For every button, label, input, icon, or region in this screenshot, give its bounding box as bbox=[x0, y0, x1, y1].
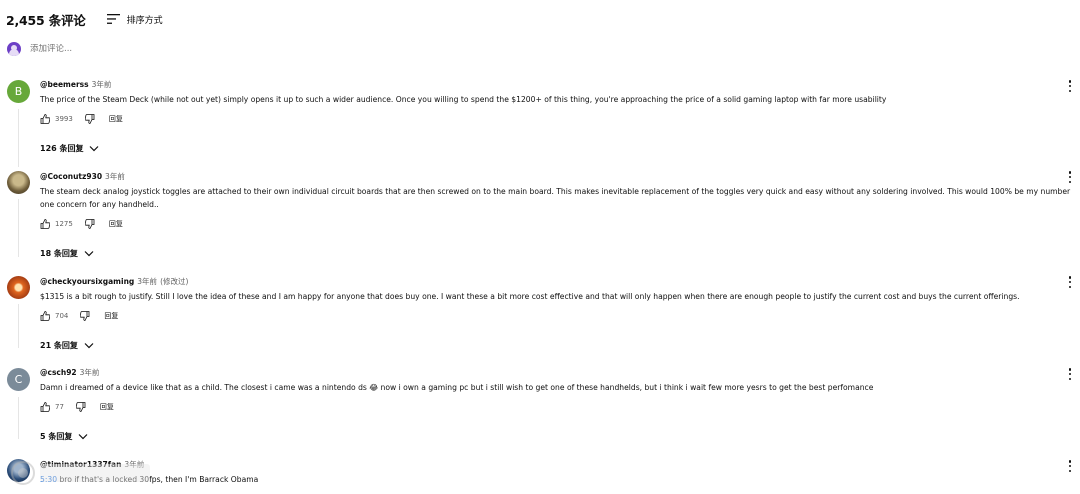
comment-time[interactable]: 3年前 bbox=[137, 277, 157, 286]
reply-button[interactable]: 回复 bbox=[109, 219, 123, 229]
comment-time[interactable]: 3年前 bbox=[105, 172, 125, 181]
sort-label: 排序方式 bbox=[126, 15, 163, 26]
thumbs-down-icon[interactable] bbox=[80, 311, 90, 321]
thumbs-up-icon[interactable] bbox=[40, 219, 50, 229]
replies-count: 5 条回复 bbox=[40, 432, 73, 441]
more-options-icon[interactable] bbox=[1068, 171, 1072, 183]
more-options-icon[interactable] bbox=[1068, 80, 1072, 92]
thread-line bbox=[18, 199, 19, 257]
avatar[interactable] bbox=[7, 459, 30, 482]
replies-toggle[interactable]: 18 条回复 bbox=[40, 248, 94, 259]
comment-body: @checkyoursixgaming 3年前 (修改过) $1315 is a b… bbox=[40, 276, 1072, 323]
replies-toggle[interactable]: 126 条回复 bbox=[40, 143, 99, 154]
thread-line bbox=[18, 397, 19, 439]
comment-time[interactable]: 3年前 bbox=[124, 460, 144, 469]
reply-button[interactable]: 回复 bbox=[100, 402, 114, 412]
replies-count: 21 条回复 bbox=[40, 341, 78, 350]
thumbs-up-icon[interactable] bbox=[40, 402, 50, 412]
replies-toggle[interactable]: 5 条回复 bbox=[40, 431, 88, 442]
reply-button[interactable]: 回复 bbox=[109, 114, 123, 124]
comment-text: $1315 is a bit rough to justify. Still I… bbox=[40, 292, 1020, 301]
avatar[interactable]: B bbox=[7, 80, 30, 103]
add-comment-row bbox=[7, 42, 330, 56]
comment-body: @beemerss 3年前 The price of the Steam Deck… bbox=[40, 79, 1072, 126]
like-count: 77 bbox=[55, 403, 64, 411]
like-count: 3993 bbox=[55, 115, 73, 123]
thumbs-down-icon[interactable] bbox=[84, 219, 95, 229]
thread-line bbox=[18, 109, 19, 167]
thumbs-down-icon[interactable] bbox=[75, 402, 86, 412]
like-count: 1275 bbox=[55, 220, 73, 228]
avatar[interactable] bbox=[7, 171, 30, 194]
comment-time[interactable]: 3年前 bbox=[92, 80, 112, 89]
thumbs-down-icon[interactable] bbox=[84, 114, 95, 124]
comment-author[interactable]: @beemerss bbox=[40, 80, 89, 89]
comment-author[interactable]: @Coconutz930 bbox=[40, 172, 102, 181]
avatar[interactable] bbox=[7, 276, 30, 299]
comments-header: 2,455 条评论 排序方式 bbox=[6, 9, 163, 29]
current-user-avatar bbox=[7, 42, 21, 56]
avatar[interactable]: C bbox=[7, 368, 30, 391]
comment-actions: 77 回复 bbox=[40, 400, 1072, 414]
video-timestamp-link[interactable]: 5:30 bbox=[40, 475, 57, 484]
comment-body: @Coconutz930 3年前 The steam deck analog jo… bbox=[40, 171, 1072, 231]
replies-toggle[interactable]: 21 条回复 bbox=[40, 340, 94, 351]
comment-body: @csch92 3年前 Damn i dreamed of a device li… bbox=[40, 367, 1072, 414]
chevron-down-icon bbox=[90, 146, 99, 152]
sort-button[interactable]: 排序方式 bbox=[106, 13, 163, 26]
comment-count-title: 2,455 条评论 bbox=[6, 12, 86, 28]
chevron-down-icon bbox=[84, 251, 94, 257]
comment-time[interactable]: 3年前 bbox=[80, 368, 100, 377]
replies-count: 18 条回复 bbox=[40, 249, 78, 258]
comment-text-body: bro if that's a locked 30fps, then I'm B… bbox=[59, 475, 259, 484]
sort-icon bbox=[106, 14, 120, 24]
comment-text: The price of the Steam Deck (while not o… bbox=[40, 95, 887, 104]
replies-count: 126 条回复 bbox=[40, 144, 84, 153]
more-options-icon[interactable] bbox=[1068, 460, 1072, 472]
comment-author[interactable]: @csch92 bbox=[40, 368, 77, 377]
comment-text: Damn i dreamed of a device like that as … bbox=[40, 383, 874, 392]
comment-text: The steam deck analog joystick toggles a… bbox=[40, 187, 1071, 209]
comment-body: @timinator1337fan 3年前 5:30 bro if that's … bbox=[40, 459, 1072, 486]
thumbs-up-icon[interactable] bbox=[40, 114, 50, 124]
add-comment-input[interactable] bbox=[30, 44, 330, 54]
chevron-down-icon bbox=[84, 343, 94, 349]
comment-author[interactable]: @timinator1337fan bbox=[40, 460, 121, 469]
like-count: 704 bbox=[55, 312, 69, 320]
more-options-icon[interactable] bbox=[1068, 276, 1072, 288]
thumbs-up-icon[interactable] bbox=[40, 311, 50, 321]
chevron-down-icon bbox=[78, 434, 88, 440]
comment-actions: 704 回复 bbox=[40, 309, 1072, 323]
reply-button[interactable]: 回复 bbox=[104, 311, 118, 321]
comment-author[interactable]: @checkyoursixgaming bbox=[40, 277, 134, 286]
thread-line bbox=[18, 304, 19, 348]
edited-label: (修改过) bbox=[160, 277, 189, 286]
more-options-icon[interactable] bbox=[1068, 368, 1072, 380]
comment-actions: 3993 回复 bbox=[40, 112, 1072, 126]
comment-actions: 1275 回复 bbox=[40, 217, 1072, 231]
comment-text: 5:30 bro if that's a locked 30fps, then … bbox=[40, 473, 1072, 486]
